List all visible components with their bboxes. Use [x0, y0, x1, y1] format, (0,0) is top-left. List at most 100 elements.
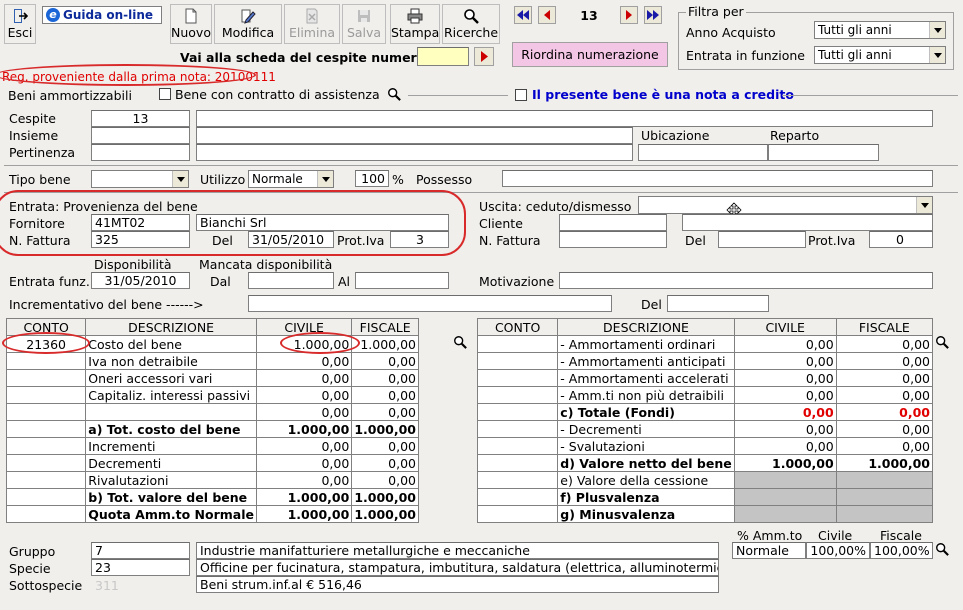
- search-icon[interactable]: [935, 335, 949, 349]
- cell-fiscale[interactable]: [835, 471, 934, 489]
- motivazione-field[interactable]: [559, 272, 933, 289]
- possesso-field[interactable]: [502, 170, 933, 187]
- elimina-button[interactable]: Elimina: [284, 4, 340, 44]
- cell-civile[interactable]: 0,00: [733, 420, 837, 438]
- cell-conto[interactable]: [5, 437, 87, 455]
- cell-conto[interactable]: [476, 335, 559, 353]
- cliente-code-field[interactable]: [559, 214, 667, 231]
- cell-fiscale[interactable]: [835, 505, 934, 523]
- ubicazione-field[interactable]: [638, 144, 768, 161]
- cell-desc[interactable]: a) Tot. costo del bene: [85, 420, 257, 438]
- last-record-button[interactable]: [644, 6, 662, 24]
- cell-civile[interactable]: 1.000,00: [733, 454, 837, 472]
- dal-field[interactable]: [248, 272, 334, 289]
- cell-fiscale[interactable]: 0,00: [835, 403, 934, 421]
- cell-desc[interactable]: - Ammortamenti anticipati: [557, 352, 735, 370]
- cell-fiscale[interactable]: 0,00: [835, 335, 934, 353]
- cell-conto[interactable]: [476, 420, 559, 438]
- cell-fiscale[interactable]: [835, 488, 934, 506]
- salva-button[interactable]: Salva: [342, 4, 386, 44]
- al-field[interactable]: [355, 272, 449, 289]
- cell-desc[interactable]: Quota Amm.to Normale: [85, 505, 257, 523]
- sottospecie-desc-field[interactable]: Beni strum.inf.al € 516,46: [196, 576, 719, 593]
- ricerche-button[interactable]: Ricerche: [442, 4, 500, 44]
- cell-fiscale[interactable]: 0,00: [835, 420, 934, 438]
- cell-desc[interactable]: Decrementi: [85, 454, 257, 472]
- uscita-select[interactable]: [638, 196, 933, 214]
- utilizzo-select[interactable]: Normale: [248, 170, 334, 188]
- cell-conto[interactable]: [5, 420, 87, 438]
- first-record-button[interactable]: [514, 6, 532, 24]
- cell-conto[interactable]: [476, 403, 559, 421]
- amm-civile-field[interactable]: 100,00%: [806, 542, 870, 559]
- cell-fiscale[interactable]: 0,00: [351, 352, 419, 370]
- cell-conto[interactable]: [476, 352, 559, 370]
- cell-fiscale[interactable]: 0,00: [835, 369, 934, 387]
- cell-fiscale[interactable]: 0,00: [351, 386, 419, 404]
- cell-desc[interactable]: b) Tot. valore del bene: [85, 488, 257, 506]
- cell-fiscale[interactable]: 0,00: [351, 437, 419, 455]
- cespite-description-field[interactable]: [196, 110, 933, 127]
- cell-conto[interactable]: [476, 437, 559, 455]
- entrata-funzione-select[interactable]: Tutti gli anni: [814, 46, 946, 64]
- modifica-button[interactable]: Modifica: [214, 4, 282, 44]
- reparto-field[interactable]: [768, 144, 879, 161]
- cell-civile[interactable]: [733, 471, 837, 489]
- cell-civile[interactable]: 1.000,00: [255, 505, 353, 523]
- cell-desc[interactable]: Capitaliz. interessi passivi: [85, 386, 257, 404]
- cell-fiscale[interactable]: 0,00: [351, 369, 419, 387]
- riordina-button[interactable]: Riordina numerazione: [512, 42, 668, 67]
- cell-civile[interactable]: 0,00: [733, 437, 837, 455]
- cell-desc[interactable]: - Amm.ti non più detraibili: [557, 386, 735, 404]
- utilizzo-percent-field[interactable]: 100: [355, 170, 389, 187]
- cell-desc[interactable]: c) Totale (Fondi): [557, 403, 735, 421]
- cell-conto[interactable]: [5, 352, 87, 370]
- cell-conto[interactable]: [5, 488, 87, 506]
- cell-desc[interactable]: - Svalutazioni: [557, 437, 735, 455]
- cell-fiscale[interactable]: 1.000,00: [835, 454, 934, 472]
- cell-desc[interactable]: d) Valore netto del bene: [557, 454, 735, 472]
- cell-civile[interactable]: [733, 505, 837, 523]
- cell-desc[interactable]: Oneri accessori vari: [85, 369, 257, 387]
- cell-civile[interactable]: 0,00: [255, 437, 353, 455]
- insieme-code-field[interactable]: [91, 127, 190, 144]
- cell-conto[interactable]: [476, 505, 559, 523]
- goto-button[interactable]: [474, 47, 494, 66]
- tipo-bene-select[interactable]: [91, 170, 189, 188]
- cell-conto[interactable]: [5, 454, 87, 472]
- cell-conto[interactable]: [5, 505, 87, 523]
- cell-fiscale[interactable]: 0,00: [351, 403, 419, 421]
- cliente-name-field[interactable]: [682, 214, 933, 231]
- amm-tipo-field[interactable]: Normale: [732, 542, 806, 559]
- cell-desc[interactable]: - Ammortamenti ordinari: [557, 335, 735, 353]
- cell-civile[interactable]: 1.000,00: [255, 488, 353, 506]
- prev-record-button[interactable]: [538, 6, 556, 24]
- cell-fiscale[interactable]: 1.000,00: [351, 335, 419, 353]
- cell-desc[interactable]: Costo del bene: [85, 335, 257, 353]
- nota-credito-checkbox[interactable]: [515, 89, 527, 101]
- cell-conto[interactable]: [476, 488, 559, 506]
- cell-civile[interactable]: 0,00: [733, 352, 837, 370]
- cell-fiscale[interactable]: 0,00: [835, 386, 934, 404]
- cell-fiscale[interactable]: 1.000,00: [351, 505, 419, 523]
- entrata-funz-field[interactable]: 31/05/2010: [91, 272, 190, 289]
- goto-input[interactable]: [417, 47, 469, 66]
- cell-desc[interactable]: Rivalutazioni: [85, 471, 257, 489]
- cell-desc[interactable]: [85, 403, 257, 421]
- cell-civile[interactable]: 0,00: [733, 386, 837, 404]
- cell-civile[interactable]: 0,00: [255, 386, 353, 404]
- cell-civile[interactable]: [733, 488, 837, 506]
- cell-civile[interactable]: 0,00: [733, 369, 837, 387]
- cell-desc[interactable]: g) Minusvalenza: [557, 505, 735, 523]
- cell-desc[interactable]: e) Valore della cessione: [557, 471, 735, 489]
- cell-conto[interactable]: [5, 403, 87, 421]
- cell-conto[interactable]: [476, 386, 559, 404]
- search-icon[interactable]: [935, 542, 949, 556]
- cell-desc[interactable]: Incrementi: [85, 437, 257, 455]
- cell-civile[interactable]: 0,00: [733, 403, 837, 421]
- pertinenza-desc-field[interactable]: [196, 144, 633, 161]
- cell-fiscale[interactable]: 1.000,00: [351, 420, 419, 438]
- cell-civile[interactable]: 0,00: [255, 369, 353, 387]
- cell-civile[interactable]: 0,00: [255, 403, 353, 421]
- gruppo-desc-field[interactable]: Industrie manifatturiere metallurgiche e…: [196, 542, 719, 559]
